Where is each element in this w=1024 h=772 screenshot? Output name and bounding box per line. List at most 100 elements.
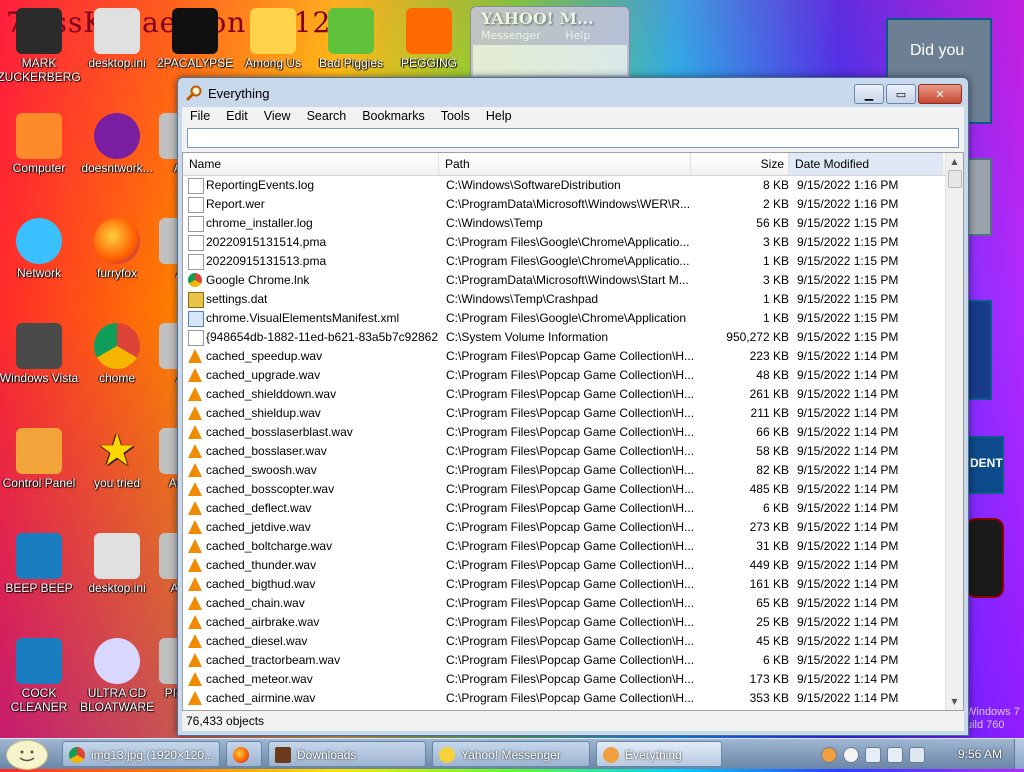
file-date: 9/15/2022 1:14 PM [797,672,899,686]
desktop-icon[interactable]: COCK CLEANER [0,638,81,714]
file-date: 9/15/2022 1:14 PM [797,444,899,458]
results-list[interactable]: Name Path Size Date Modified ReportingEv… [182,152,964,711]
file-size: 66 KB [756,425,789,439]
clock[interactable]: 9:56 AM [958,739,1002,769]
emoticon-tray-icon[interactable] [843,747,859,763]
file-path: C:\Program Files\Popcap Game Collection\… [446,463,695,477]
desktop-icon-label: BEEP BEEP [5,581,73,595]
table-row[interactable]: cached_bosslaser.wav C:\Program Files\Pop… [183,442,946,461]
file-name: 20220915131513.pma [206,254,327,268]
yahoo-menu-help[interactable]: Help [565,29,590,42]
table-row[interactable]: cached_thunder.wav C:\Program Files\Popca… [183,556,946,575]
table-row[interactable]: settings.dat C:\Windows\Temp\Crashpad 1 KB… [183,290,946,309]
table-row[interactable]: Report.wer C:\ProgramData\Microsoft\Windo… [183,195,946,214]
table-row[interactable]: cached_jetdive.wav C:\Program Files\Popca… [183,518,946,537]
file-name: cached_jetdive.wav [206,520,311,534]
table-row[interactable]: cached_shieldup.wav C:\Program Files\Popc… [183,404,946,423]
column-name[interactable]: Name [183,153,439,175]
table-row[interactable]: 20220915131514.pma C:\Program Files\Googl… [183,233,946,252]
desktop-icon[interactable]: Among Us [231,8,315,70]
show-desktop-button[interactable] [1014,739,1024,769]
firefox-icon [94,218,140,264]
search-input[interactable] [187,128,959,148]
table-row[interactable]: chrome_installer.log C:\Windows\Temp 56 KB… [183,214,946,233]
column-date-modified[interactable]: Date Modified [789,153,943,175]
scroll-thumb[interactable] [948,170,962,188]
desktop-icon[interactable]: Windows Vista [0,323,81,385]
menu-bookmarks[interactable]: Bookmarks [354,107,433,126]
desktop-icon[interactable]: PEGGING [387,8,471,70]
file-size: 211 KB [750,406,789,420]
file-name: cached_bosscopter.wav [206,482,335,496]
desktop-icon[interactable]: Computer [0,113,81,175]
table-row[interactable]: cached_boltcharge.wav C:\Program Files\Po… [183,537,946,556]
desktop-icon[interactable]: Control Panel [0,428,81,490]
menu-view[interactable]: View [256,107,299,126]
vertical-scrollbar[interactable]: ▲ ▼ [945,153,963,710]
vlc-cone-icon [188,615,202,629]
desktop-icon-label: Control Panel [2,476,76,490]
vlc-cone-icon [188,425,202,439]
table-row[interactable]: ReportingEvents.log C:\Windows\SoftwareDi… [183,176,946,195]
menu-tools[interactable]: Tools [433,107,478,126]
table-row[interactable]: {948654db-1882-11ed-b621-83a5b7c92862...… [183,328,946,347]
table-row[interactable]: cached_meteor.wav C:\Program Files\Popcap… [183,670,946,689]
file-size: 223 KB [749,349,789,363]
desktop-icon[interactable]: desktop.ini [75,8,159,70]
desktop-icon-label: Computer [12,161,66,175]
table-row[interactable]: cached_chain.wav C:\Program Files\Popcap … [183,594,946,613]
table-row[interactable]: cached_tractorbeam.wav C:\Program Files\P… [183,651,946,670]
wallpaper-widget-2 [966,158,992,236]
taskbar-item-firefox[interactable] [226,741,262,767]
table-row[interactable]: cached_deflect.wav C:\Program Files\Popca… [183,499,946,518]
minimize-button[interactable]: ▁ [854,84,884,104]
everything-tray-icon[interactable] [821,747,837,763]
maximize-button[interactable]: ▭ [886,84,916,104]
table-row[interactable]: cached_shielddown.wav C:\Program Files\Po… [183,385,946,404]
firefox-icon [233,747,249,763]
menu-search[interactable]: Search [299,107,355,126]
table-row[interactable]: cached_bosslaserblast.wav C:\Program File… [183,423,946,442]
table-row[interactable]: cached_diesel.wav C:\Program Files\Popcap… [183,632,946,651]
file-size: 161 KB [749,577,789,591]
menu-edit[interactable]: Edit [218,107,256,126]
table-row[interactable]: cached_swoosh.wav C:\Program Files\Popcap… [183,461,946,480]
desktop-icon[interactable]: Bad Piggies [309,8,393,70]
file-name: settings.dat [206,292,268,306]
table-row[interactable]: cached_airmine.wav C:\Program Files\Popca… [183,689,946,708]
column-path[interactable]: Path [439,153,691,175]
desktop-icon[interactable]: Network [0,218,81,280]
desktop-icon[interactable]: BEEP BEEP [0,533,81,595]
yahoo-title: YAHOO! M... [481,9,594,28]
menu-help[interactable]: Help [478,107,520,126]
table-row[interactable]: cached_bigthud.wav C:\Program Files\Popca… [183,575,946,594]
close-button[interactable]: ✕ [918,84,962,104]
desktop-icon[interactable]: MARK ZUCKERBERG [0,8,81,84]
taskbar-item-downloads[interactable]: Downloads [268,741,426,767]
file-name: cached_airmine.wav [206,691,316,705]
volume-icon[interactable] [909,747,925,763]
table-row[interactable]: 20220915131513.pma C:\Program Files\Googl… [183,252,946,271]
table-row[interactable]: Google Chrome.lnk C:\ProgramData\Microsof… [183,271,946,290]
yahoo-menu-messenger[interactable]: Messenger [481,29,541,42]
table-row[interactable]: cached_bosscopter.wav C:\Program Files\Po… [183,480,946,499]
column-size[interactable]: Size [691,153,789,175]
taskbar-item-yahoo-messenger[interactable]: Yahoo! Messenger [432,741,590,767]
network-tray-icon[interactable] [887,747,903,763]
table-row[interactable]: cached_upgrade.wav C:\Program Files\Popca… [183,366,946,385]
table-row[interactable]: cached_airbrake.wav C:\Program Files\Popc… [183,613,946,632]
taskbar-item-everything[interactable]: Everything [596,741,722,767]
desktop-icon[interactable]: 2PACALYPSE [153,8,237,70]
document-icon [188,330,204,346]
action-center-icon[interactable] [865,747,881,763]
taskbar-item-chrome-image[interactable]: img13.jpg (1920×120... [62,741,220,767]
scroll-up-icon[interactable]: ▲ [946,153,963,170]
start-button[interactable] [6,740,48,770]
menu-file[interactable]: File [182,107,218,126]
scroll-down-icon[interactable]: ▼ [946,693,963,710]
window-titlebar[interactable]: Everything [178,78,968,108]
yahoo-messenger-window[interactable]: YAHOO! M... Messenger Help [470,6,630,78]
table-row[interactable]: cached_speedup.wav C:\Program Files\Popca… [183,347,946,366]
table-row[interactable]: chrome.VisualElementsManifest.xml C:\Prog… [183,309,946,328]
file-size: 273 KB [749,520,789,534]
